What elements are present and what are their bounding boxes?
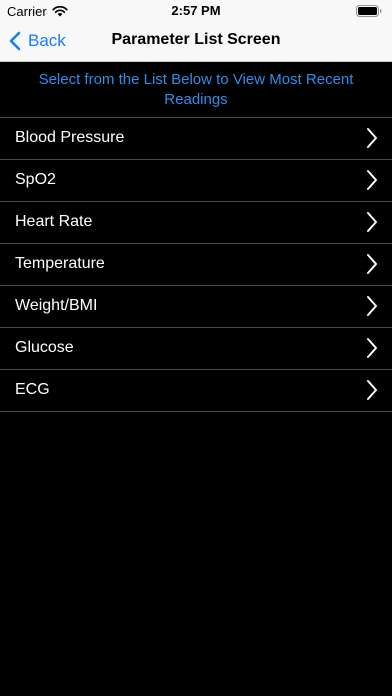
list-item-label: Temperature <box>15 255 105 272</box>
top-header-area: Carrier 2:57 PM Back Parameter List Scre… <box>0 0 392 62</box>
chevron-right-icon <box>367 254 377 274</box>
chevron-left-icon <box>9 31 21 51</box>
list-item-label: Heart Rate <box>15 213 93 230</box>
battery-icon <box>356 5 382 17</box>
list-item-glucose[interactable]: Glucose <box>0 328 392 370</box>
chevron-right-icon <box>367 380 377 400</box>
navigation-bar: Back Parameter List Screen <box>0 22 392 61</box>
page-title: Parameter List Screen <box>111 31 281 48</box>
back-label: Back <box>28 31 66 50</box>
chevron-right-icon <box>367 212 377 232</box>
list-item-temperature[interactable]: Temperature <box>0 244 392 286</box>
status-bar: Carrier 2:57 PM <box>0 0 392 22</box>
chevron-right-icon <box>367 170 377 190</box>
list-item-label: Glucose <box>15 339 74 356</box>
list-item-ecg[interactable]: ECG <box>0 370 392 412</box>
list-item-heart-rate[interactable]: Heart Rate <box>0 202 392 244</box>
chevron-right-icon <box>367 128 377 148</box>
instruction-text: Select from the List Below to View Most … <box>38 71 354 108</box>
list-item-label: Weight/BMI <box>15 297 98 314</box>
chevron-right-icon <box>367 296 377 316</box>
list-item-weight-bmi[interactable]: Weight/BMI <box>0 286 392 328</box>
parameter-list: Blood Pressure SpO2 Heart Rate Temperatu… <box>0 117 392 412</box>
status-time: 2:57 PM <box>171 3 221 18</box>
list-item-blood-pressure[interactable]: Blood Pressure <box>0 118 392 160</box>
list-item-label: SpO2 <box>15 171 56 188</box>
list-item-label: Blood Pressure <box>15 129 125 146</box>
chevron-right-icon <box>367 338 377 358</box>
back-button[interactable]: Back <box>8 27 66 55</box>
list-item-spo2[interactable]: SpO2 <box>0 160 392 202</box>
list-item-label: ECG <box>15 381 50 398</box>
